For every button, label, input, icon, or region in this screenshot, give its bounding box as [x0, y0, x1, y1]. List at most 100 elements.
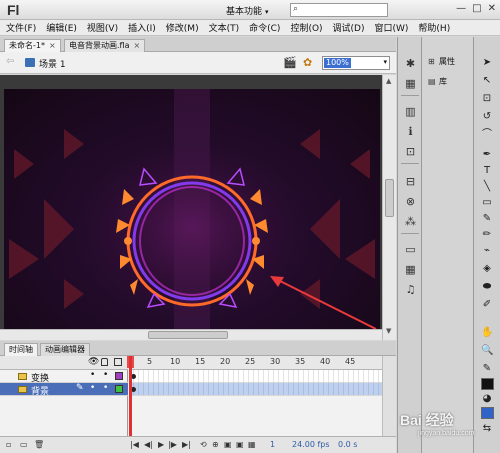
- frame-rate[interactable]: 24.00 fps: [292, 440, 330, 449]
- outline-icon[interactable]: [114, 358, 122, 366]
- playhead-handle[interactable]: [127, 356, 134, 368]
- zoom-select[interactable]: 100% ▾: [322, 56, 390, 70]
- edit-multiple-icon[interactable]: ▦: [248, 440, 256, 449]
- menu-edit[interactable]: 编辑(E): [46, 21, 77, 34]
- subselection-tool-icon[interactable]: ↖: [481, 75, 493, 87]
- next-frame-icon[interactable]: |▶: [168, 440, 177, 449]
- selection-tool-icon[interactable]: ➤: [481, 57, 493, 69]
- lasso-tool-icon[interactable]: ⌒: [481, 129, 493, 141]
- hand-tool-icon[interactable]: ✋: [481, 327, 493, 339]
- scene-label[interactable]: 场景 1: [39, 57, 66, 70]
- frame-row[interactable]: [129, 370, 382, 383]
- back-arrow-icon[interactable]: ⇦: [6, 56, 14, 67]
- stage-canvas[interactable]: [4, 89, 380, 329]
- menu-commands[interactable]: 命令(C): [249, 21, 280, 34]
- workspace-switcher[interactable]: 基本功能 ▾: [226, 4, 269, 17]
- tab-timeline[interactable]: 时间轴: [4, 343, 38, 356]
- last-frame-icon[interactable]: ▶|: [182, 440, 191, 449]
- scroll-thumb[interactable]: [148, 331, 228, 339]
- delete-icon[interactable]: 🗑: [34, 440, 44, 449]
- playhead[interactable]: [127, 356, 134, 436]
- doc-tab-untitled[interactable]: 未命名-1* ×: [4, 39, 61, 52]
- onion-skin-icon[interactable]: ▣: [224, 440, 232, 449]
- loop-icon[interactable]: ⟲: [200, 440, 207, 449]
- menu-insert[interactable]: 插入(I): [128, 21, 156, 34]
- eyedropper-tool-icon[interactable]: ✐: [481, 299, 493, 311]
- library-tab[interactable]: ▤ 库: [428, 75, 447, 89]
- code-snippets-icon[interactable]: ⊟: [404, 175, 417, 188]
- layer-row[interactable]: 变换 • •: [0, 370, 128, 384]
- 3d-rotation-tool-icon[interactable]: ↺: [481, 111, 493, 123]
- eye-icon[interactable]: 👁: [88, 357, 99, 367]
- transform-icon[interactable]: ⊡: [404, 145, 417, 158]
- close-button[interactable]: ✕: [488, 3, 496, 14]
- maximize-button[interactable]: □: [472, 3, 481, 14]
- play-icon[interactable]: ▶: [158, 440, 164, 449]
- close-icon[interactable]: ×: [133, 41, 140, 50]
- color-panel-icon[interactable]: ✱: [404, 57, 417, 70]
- layer-row[interactable]: 背景 ✎ • •: [0, 383, 128, 397]
- history-icon[interactable]: ▦: [404, 263, 417, 276]
- tab-motion-editor[interactable]: 动画编辑器: [40, 343, 90, 356]
- menu-view[interactable]: 视图(V): [87, 21, 118, 34]
- pencil-tool-icon[interactable]: ✎: [481, 213, 493, 225]
- stroke-color-swatch[interactable]: [481, 378, 494, 390]
- layer-color-swatch[interactable]: [115, 372, 123, 380]
- search-input[interactable]: ⌕: [290, 3, 388, 17]
- frame-row[interactable]: [129, 383, 382, 396]
- scroll-down-icon[interactable]: ▼: [386, 327, 391, 335]
- brush-tool-icon[interactable]: ✏: [481, 229, 493, 241]
- properties-tab[interactable]: ⊞ 属性: [428, 55, 455, 69]
- paint-bucket-tool-icon[interactable]: ⬬: [481, 281, 493, 293]
- text-tool-icon[interactable]: T: [481, 165, 493, 177]
- visibility-dot[interactable]: •: [90, 383, 95, 393]
- bone-tool-icon[interactable]: ◈: [481, 263, 493, 275]
- menu-file[interactable]: 文件(F): [6, 21, 36, 34]
- scene-panel-icon[interactable]: ▭: [404, 243, 417, 256]
- lock-dot[interactable]: •: [103, 383, 108, 393]
- zoom-tool-icon[interactable]: 🔍: [481, 345, 493, 357]
- swap-colors-icon[interactable]: ⇆: [481, 423, 493, 435]
- fill-color-swatch[interactable]: [481, 407, 494, 419]
- swatches-icon[interactable]: ▦: [404, 77, 417, 90]
- line-tool-icon[interactable]: ╲: [481, 181, 493, 193]
- doc-tab-music-bg[interactable]: 电音背景动画.fla ×: [64, 39, 146, 52]
- components-icon[interactable]: ⊗: [404, 195, 417, 208]
- menu-text[interactable]: 文本(T): [209, 21, 240, 34]
- first-frame-icon[interactable]: |◀: [130, 440, 139, 449]
- align-icon[interactable]: ▥: [404, 105, 417, 118]
- menu-help[interactable]: 帮助(H): [418, 21, 450, 34]
- frame-area[interactable]: 1 5 10 15 20 25 30 35 40 45: [127, 356, 382, 436]
- new-folder-icon[interactable]: ▭: [20, 440, 28, 449]
- close-icon[interactable]: ×: [49, 41, 56, 50]
- edit-symbol-icon[interactable]: ✿: [303, 56, 312, 69]
- lock-dot[interactable]: •: [103, 370, 108, 380]
- stage-vertical-scrollbar[interactable]: ▲ ▼: [382, 75, 396, 340]
- visibility-dot[interactable]: •: [90, 370, 95, 380]
- menu-modify[interactable]: 修改(M): [166, 21, 199, 34]
- rectangle-tool-icon[interactable]: ▭: [481, 197, 493, 209]
- onion-outline-icon[interactable]: ▣: [236, 440, 244, 449]
- scroll-thumb[interactable]: [385, 179, 394, 217]
- info-icon[interactable]: ℹ: [404, 125, 417, 138]
- layer-color-swatch[interactable]: [115, 385, 123, 393]
- stage-horizontal-scrollbar[interactable]: [0, 329, 382, 340]
- timeline-scrollbar[interactable]: [382, 356, 396, 436]
- prev-frame-icon[interactable]: ◀|: [144, 440, 153, 449]
- scroll-up-icon[interactable]: ▲: [386, 77, 391, 85]
- frame-ruler[interactable]: 1 5 10 15 20 25 30 35 40 45: [128, 356, 382, 370]
- menu-control[interactable]: 控制(O): [290, 21, 322, 34]
- new-layer-icon[interactable]: ▫: [6, 440, 11, 449]
- edit-scene-icon[interactable]: 🎬: [283, 56, 297, 69]
- center-frame-icon[interactable]: ⊕: [212, 440, 219, 449]
- free-transform-tool-icon[interactable]: ⊡: [481, 93, 493, 105]
- motion-presets-icon[interactable]: ⁂: [404, 215, 417, 228]
- menu-debug[interactable]: 调试(D): [333, 21, 365, 34]
- deco-tool-icon[interactable]: ⌁: [481, 245, 493, 257]
- sound-icon[interactable]: ♫: [404, 283, 417, 296]
- menu-window[interactable]: 窗口(W): [375, 21, 409, 34]
- pen-tool-icon[interactable]: ✒: [481, 149, 493, 161]
- lock-icon[interactable]: [101, 358, 108, 366]
- minimize-button[interactable]: —: [456, 3, 466, 14]
- document-tabs: 未命名-1* × 电音背景动画.fla ×: [0, 37, 396, 52]
